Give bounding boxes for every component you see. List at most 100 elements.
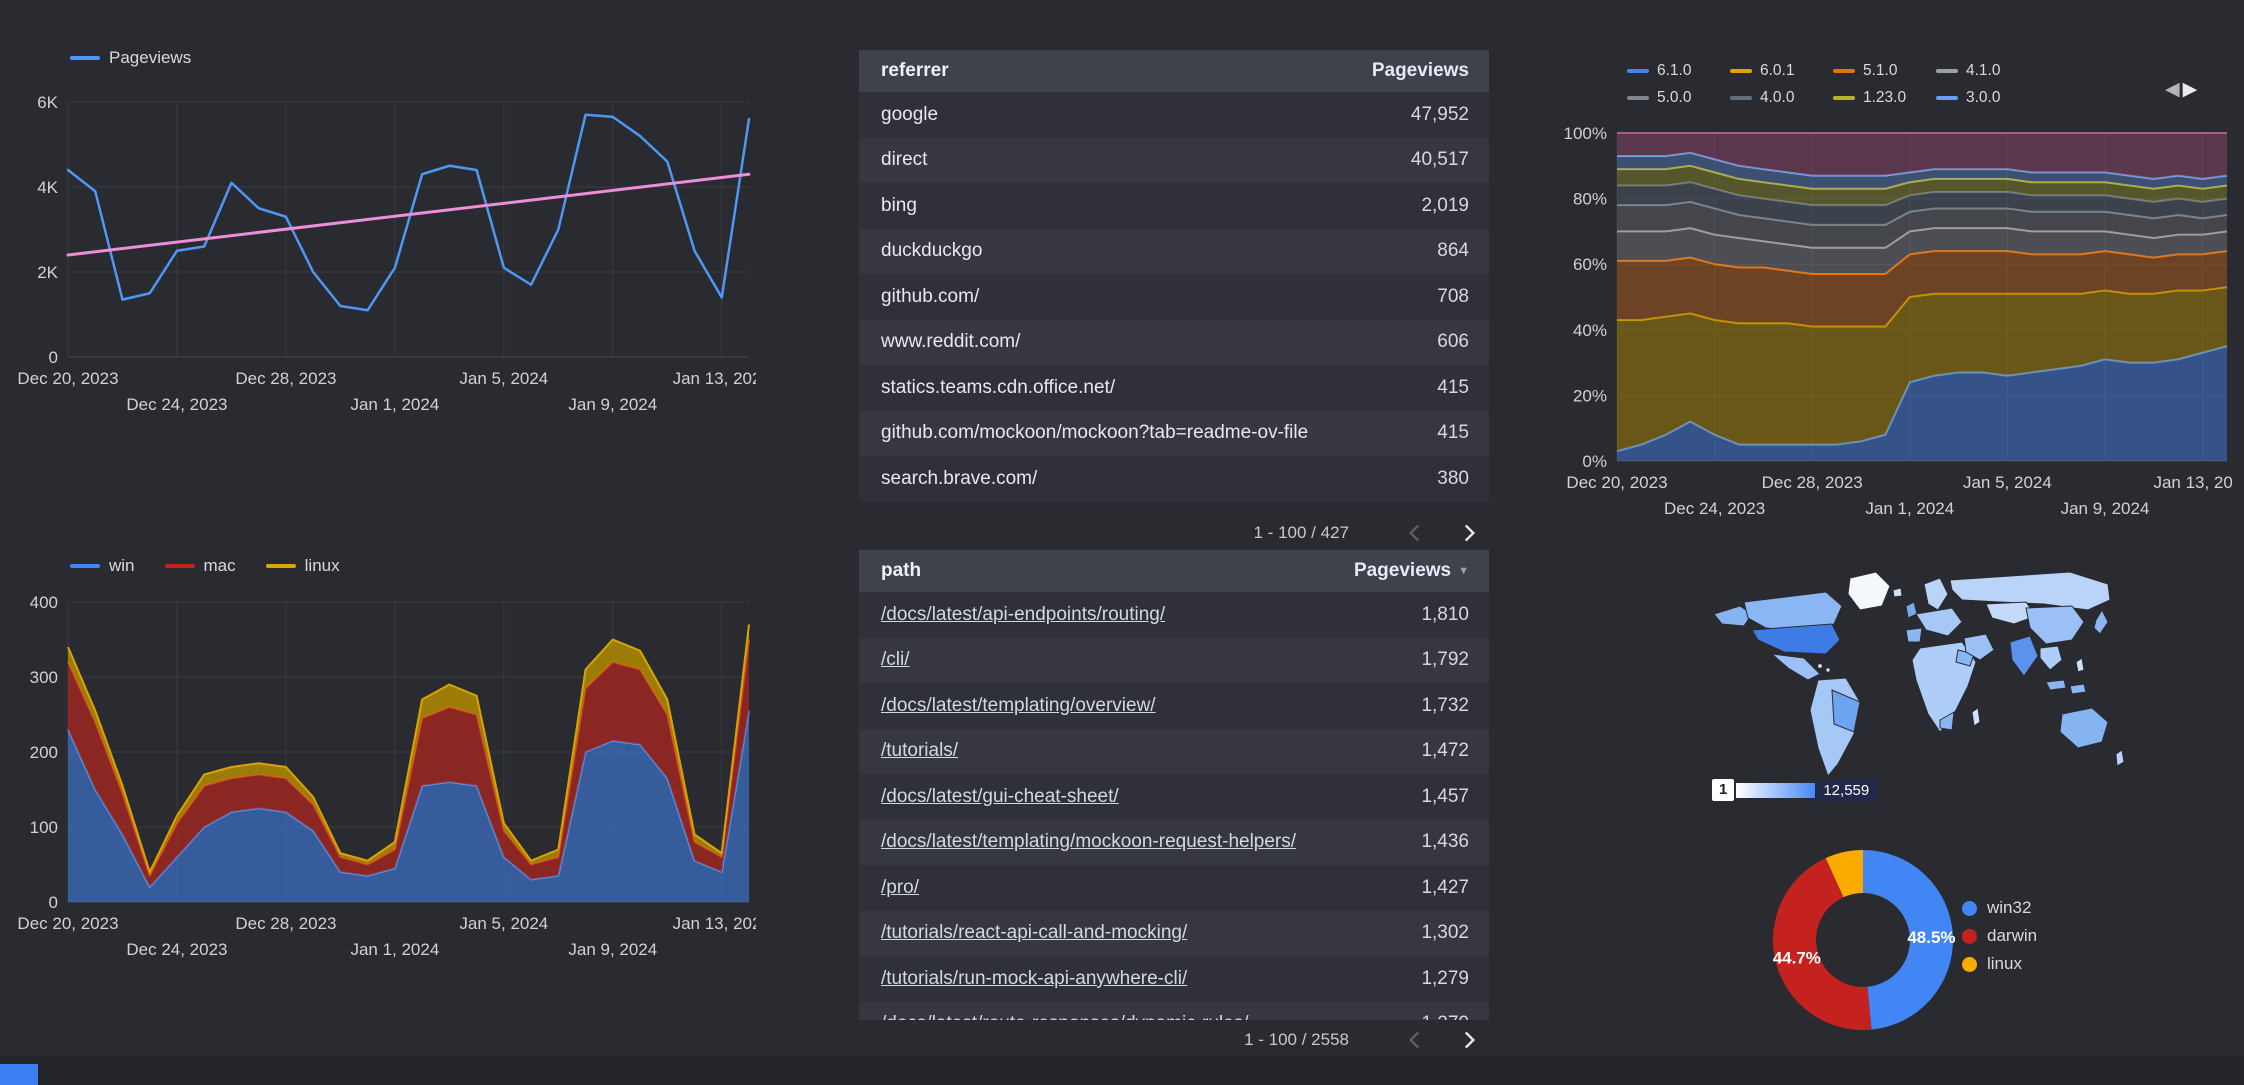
bottom-accent-fragment — [0, 1064, 38, 1085]
legend-label: 6.0.1 — [1760, 62, 1795, 79]
country-region[interactable] — [1817, 663, 1823, 669]
referrer-table-row: direct 40,517 — [859, 137, 1489, 183]
world-map-choropleth[interactable] — [1700, 562, 2156, 792]
path-link[interactable]: /cli/ — [881, 649, 910, 670]
country-region[interactable] — [1905, 601, 1918, 619]
referrer-name: duckduckgo — [881, 240, 983, 262]
prev-page-button[interactable] — [1395, 1020, 1435, 1060]
country-region[interactable] — [2115, 749, 2125, 767]
country-region[interactable] — [1971, 707, 1981, 727]
country-region[interactable] — [2093, 608, 2109, 635]
country-region[interactable] — [1892, 587, 1903, 598]
chevron-left-icon — [1408, 1031, 1420, 1049]
country-region[interactable] — [2025, 605, 2085, 645]
path-link[interactable]: /docs/latest/gui-cheat-sheet/ — [881, 786, 1119, 807]
referrer-column-header[interactable]: referrer — [859, 60, 1372, 82]
os-share-donut-chart[interactable]: 48.5% 44.7% — [1768, 845, 1958, 1040]
path-link[interactable]: /tutorials/ — [881, 740, 958, 761]
country-region[interactable] — [1949, 571, 2111, 611]
path-link[interactable]: /tutorials/run-mock-api-anywhere-cli/ — [881, 968, 1187, 989]
legend-label: 5.0.0 — [1657, 89, 1692, 106]
legend-swatch — [70, 56, 100, 60]
path-link[interactable]: /docs/latest/templating/mockoon-request-… — [881, 831, 1296, 852]
legend-swatch — [1627, 96, 1649, 100]
path-table-row: /docs/latest/templating/mockoon-request-… — [859, 819, 1489, 865]
svg-text:Jan 9, 2024: Jan 9, 2024 — [2061, 499, 2150, 518]
next-page-button[interactable] — [1449, 513, 1489, 553]
legend-label: 6.1.0 — [1657, 62, 1692, 79]
next-page-button[interactable] — [1449, 1020, 1489, 1060]
path-link[interactable]: /docs/latest/api-endpoints/routing/ — [881, 604, 1165, 625]
referrer-pageviews-value: 864 — [1437, 240, 1469, 262]
referrer-pageviews-header[interactable]: Pageviews — [1372, 60, 1489, 82]
legend-swatch — [164, 564, 195, 568]
svg-text:Jan 13, 2024: Jan 13, 2024 — [673, 369, 756, 388]
legend-item: win32 — [1962, 898, 2037, 918]
referrer-pageviews-value: 415 — [1437, 422, 1469, 444]
country-region[interactable] — [2045, 679, 2067, 691]
legend-item: 5.0.0 — [1627, 89, 1730, 107]
country-region[interactable] — [1915, 607, 1963, 637]
path-link[interactable]: /docs/latest/route-responses/dynamic-rul… — [881, 1013, 1249, 1020]
legend-swatch — [1627, 69, 1649, 73]
country-region[interactable] — [2059, 707, 2109, 749]
path-table: path Pageviews ▼ /docs/latest/api-endpoi… — [859, 550, 1489, 1020]
country-region[interactable] — [1751, 623, 1841, 655]
svg-text:Dec 24, 2023: Dec 24, 2023 — [1664, 499, 1765, 518]
scroll-right-button[interactable]: ▶ — [2183, 80, 2198, 99]
legend-swatch — [1962, 956, 1977, 972]
country-region[interactable] — [1847, 571, 1891, 611]
scale-max-label: 12,559 — [1815, 779, 1878, 801]
path-pageviews-value: 1,427 — [1421, 876, 1469, 898]
country-region[interactable] — [1923, 577, 1949, 611]
path-pageviews-header[interactable]: Pageviews ▼ — [1354, 560, 1489, 582]
svg-text:0: 0 — [49, 348, 58, 367]
country-region[interactable] — [2075, 657, 2085, 673]
path-cell: /tutorials/run-mock-api-anywhere-cli/ — [859, 968, 1421, 990]
referrer-pageviews-value: 708 — [1437, 285, 1469, 307]
prev-page-button[interactable] — [1395, 513, 1435, 553]
svg-text:Dec 24, 2023: Dec 24, 2023 — [126, 940, 227, 959]
svg-text:Dec 24, 2023: Dec 24, 2023 — [126, 395, 227, 414]
path-cell: /tutorials/react-api-call-and-mocking/ — [859, 922, 1421, 944]
legend-label: 3.0.0 — [1966, 89, 2001, 106]
referrer-pageviews-value: 40,517 — [1410, 149, 1469, 171]
country-region[interactable] — [2039, 645, 2063, 671]
chevron-right-icon — [1464, 1031, 1476, 1049]
legend-label: win32 — [1987, 898, 2032, 917]
legend-label: linux — [1987, 954, 2022, 973]
referrer-pagination: 1 - 100 / 427 — [859, 512, 1489, 554]
svg-text:Dec 20, 2023: Dec 20, 2023 — [1566, 473, 1667, 492]
path-link[interactable]: /pro/ — [881, 877, 919, 898]
country-region[interactable] — [1825, 667, 1831, 673]
svg-text:400: 400 — [30, 593, 58, 612]
country-region[interactable] — [1770, 653, 1821, 681]
scroll-left-button[interactable]: ◀ — [2165, 80, 2180, 99]
svg-text:0%: 0% — [1582, 452, 1607, 471]
legend-item: mac — [164, 556, 236, 576]
path-table-row: /pro/ 1,427 — [859, 865, 1489, 911]
path-table-row: /docs/latest/gui-cheat-sheet/ 1,457 — [859, 774, 1489, 820]
legend-swatch — [1936, 69, 1958, 73]
path-link[interactable]: /tutorials/react-api-call-and-mocking/ — [881, 922, 1187, 943]
referrer-table-row: bing 2,019 — [859, 183, 1489, 229]
path-link[interactable]: /docs/latest/templating/overview/ — [881, 695, 1156, 716]
svg-text:44.7%: 44.7% — [1773, 949, 1821, 968]
country-region[interactable] — [2009, 635, 2039, 677]
pageviews-line-chart[interactable]: 0 2K 4K 6K Dec 20, 2023 Dec 24, 2023 Dec 28, 2… — [8, 84, 770, 433]
country-region[interactable] — [1905, 627, 1923, 643]
path-pageviews-value: 1,302 — [1421, 922, 1469, 944]
path-column-header[interactable]: path — [859, 560, 1354, 582]
country-region[interactable] — [2069, 683, 2087, 695]
page-bottom-bar — [0, 1056, 2244, 1085]
path-cell: /cli/ — [859, 649, 1421, 671]
legend-swatch — [1962, 928, 1977, 944]
legend-item: win — [70, 556, 135, 576]
legend-swatch — [1730, 69, 1752, 73]
svg-text:40%: 40% — [1573, 321, 1607, 340]
os-downloads-area-chart[interactable]: 0 100 200 300 400 Dec 20, 2023 Dec 24, 2023 Dec… — [8, 586, 770, 971]
legend-label: Pageviews — [109, 48, 192, 67]
legend-item: linux — [1962, 954, 2037, 974]
versions-area-chart[interactable]: 0% 20% 40% 60% 80% 100% Dec 20, 2023 Dec 24, 20… — [1556, 118, 2244, 538]
svg-text:2K: 2K — [37, 263, 58, 282]
